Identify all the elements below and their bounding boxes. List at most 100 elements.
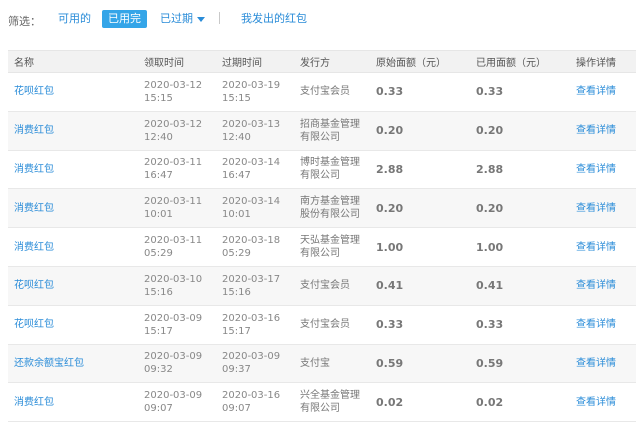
expire-clock: 15:16 [222,286,251,298]
used-amount: 0.20 [476,124,504,138]
redpacket-name-link[interactable]: 消费红包 [8,150,138,189]
table-row: 消费红包 2020-03-11 16:47 2020-03-14 16:47 博时基… [8,150,636,189]
receive-date: 2020-03-10 [144,273,203,285]
expire-clock: 10:01 [222,209,251,221]
receive-clock: 05:29 [144,248,173,260]
view-details-link[interactable]: 查看详情 [570,228,636,267]
redpacket-name-link[interactable]: 花呗红包 [8,305,138,344]
used-amount: 0.20 [476,201,504,215]
issuer-cell: 支付宝会员 [294,73,370,112]
col-header-operation: 操作详情 [576,58,616,69]
redpacket-name-link[interactable]: 花呗红包 [8,73,138,112]
original-amount: 0.33 [376,318,404,332]
used-amount: 1.00 [476,240,504,254]
redpacket-name-link[interactable]: 消费红包 [8,111,138,150]
table-row: 消费红包 2020-03-11 10:01 2020-03-14 10:01 南方基… [8,188,636,228]
receive-clock: 10:01 [144,209,173,221]
view-details-link[interactable]: 查看详情 [570,150,636,189]
issuer-line-2: 有限公司 [300,403,340,415]
receive-clock: 16:47 [144,170,173,182]
filter-used-up-tab[interactable]: 已用完 [102,10,147,28]
issuer-cell: 支付宝 [294,344,370,383]
used-amount: 0.33 [476,318,504,332]
issuer-line-1: 招商基金管理 [300,118,360,130]
expire-time-cell: 2020-03-09 09:37 [216,344,294,383]
original-amount: 0.33 [376,85,404,99]
original-amount: 1.00 [376,240,404,254]
issuer-cell: 南方基金管理 股份有限公司 [294,189,370,228]
issuer-cell: 支付宝会员 [294,305,370,344]
col-header-used-amount: 已用面额（元） [476,58,546,69]
original-amount: 0.02 [376,395,404,409]
redpacket-name-link[interactable]: 还款余额宝红包 [8,344,138,383]
table-row: 花呗红包 2020-03-12 15:15 2020-03-19 15:15 支付宝… [8,72,636,112]
expire-date: 2020-03-13 [222,118,281,130]
filter-bar: 筛选： 可用的 已用完 已过期 我发出的红包 [0,6,640,32]
original-amount: 0.20 [376,201,404,215]
filter-available-tab[interactable]: 可用的 [58,10,91,28]
filter-sent-link[interactable]: 我发出的红包 [241,10,307,28]
expire-clock: 12:40 [222,131,251,143]
receive-date: 2020-03-12 [144,79,203,91]
filter-expired-dropdown[interactable]: 已过期 [160,10,205,28]
expire-date: 2020-03-18 [222,235,281,247]
issuer-line-1: 支付宝会员 [300,280,350,292]
receive-time-cell: 2020-03-12 15:15 [138,73,216,112]
receive-clock: 09:32 [144,364,173,376]
view-details-link[interactable]: 查看详情 [570,111,636,150]
issuer-cell: 招商基金管理 有限公司 [294,111,370,150]
expire-clock: 15:15 [222,92,251,104]
issuer-cell: 天弘基金管理 有限公司 [294,228,370,267]
expire-time-cell: 2020-03-16 09:07 [216,383,294,422]
chevron-down-icon [197,16,205,22]
table-header-row: 名称 领取时间 过期时间 发行方 原始面额（元） 已用面额（元） 操作详情 [8,50,636,73]
expire-clock: 15:17 [222,325,251,337]
issuer-line-2: 有限公司 [300,248,340,260]
issuer-line-2: 股份有限公司 [300,209,360,221]
view-details-link[interactable]: 查看详情 [570,383,636,422]
expire-time-cell: 2020-03-19 15:15 [216,73,294,112]
filter-expired-label: 已过期 [160,12,193,25]
issuer-line-1: 博时基金管理 [300,157,360,169]
receive-date: 2020-03-09 [144,390,203,402]
receive-clock: 15:16 [144,286,173,298]
expire-date: 2020-03-14 [222,157,281,169]
filter-divider [219,12,220,24]
issuer-line-1: 天弘基金管理 [300,235,360,247]
expire-time-cell: 2020-03-16 15:17 [216,305,294,344]
table-row: 花呗红包 2020-03-10 15:16 2020-03-17 15:16 支付宝… [8,266,636,306]
receive-date: 2020-03-09 [144,351,203,363]
expire-time-cell: 2020-03-18 05:29 [216,228,294,267]
issuer-line-1: 南方基金管理 [300,196,360,208]
view-details-link[interactable]: 查看详情 [570,266,636,305]
receive-time-cell: 2020-03-09 09:32 [138,344,216,383]
table-row: 还款余额宝红包 2020-03-09 09:32 2020-03-09 09:37 … [8,344,636,383]
view-details-link[interactable]: 查看详情 [570,344,636,383]
expire-time-cell: 2020-03-14 10:01 [216,189,294,228]
redpacket-name-link[interactable]: 花呗红包 [8,266,138,305]
receive-clock: 12:40 [144,131,173,143]
table-row: 消费红包 2020-03-11 05:29 2020-03-18 05:29 天弘基… [8,227,636,267]
receive-time-cell: 2020-03-10 15:16 [138,266,216,305]
filter-label: 筛选： [8,15,41,28]
redpacket-table: 名称 领取时间 过期时间 发行方 原始面额（元） 已用面额（元） 操作详情 花呗… [8,50,636,422]
receive-clock: 15:17 [144,325,173,337]
view-details-link[interactable]: 查看详情 [570,189,636,228]
used-amount: 0.41 [476,279,504,293]
original-amount: 0.41 [376,279,404,293]
redpacket-name-link[interactable]: 消费红包 [8,383,138,422]
expire-date: 2020-03-16 [222,390,281,402]
issuer-cell: 兴全基金管理 有限公司 [294,383,370,422]
col-header-original-amount: 原始面额（元） [376,58,446,69]
used-amount: 0.33 [476,85,504,99]
redpacket-name-link[interactable]: 消费红包 [8,228,138,267]
expire-time-cell: 2020-03-14 16:47 [216,150,294,189]
issuer-line-1: 支付宝 [300,357,330,369]
view-details-link[interactable]: 查看详情 [570,73,636,112]
redpacket-name-link[interactable]: 消费红包 [8,189,138,228]
used-amount: 0.59 [476,356,504,370]
receive-date: 2020-03-09 [144,312,203,324]
view-details-link[interactable]: 查看详情 [570,305,636,344]
issuer-line-1: 支付宝会员 [300,319,350,331]
receive-time-cell: 2020-03-09 15:17 [138,305,216,344]
